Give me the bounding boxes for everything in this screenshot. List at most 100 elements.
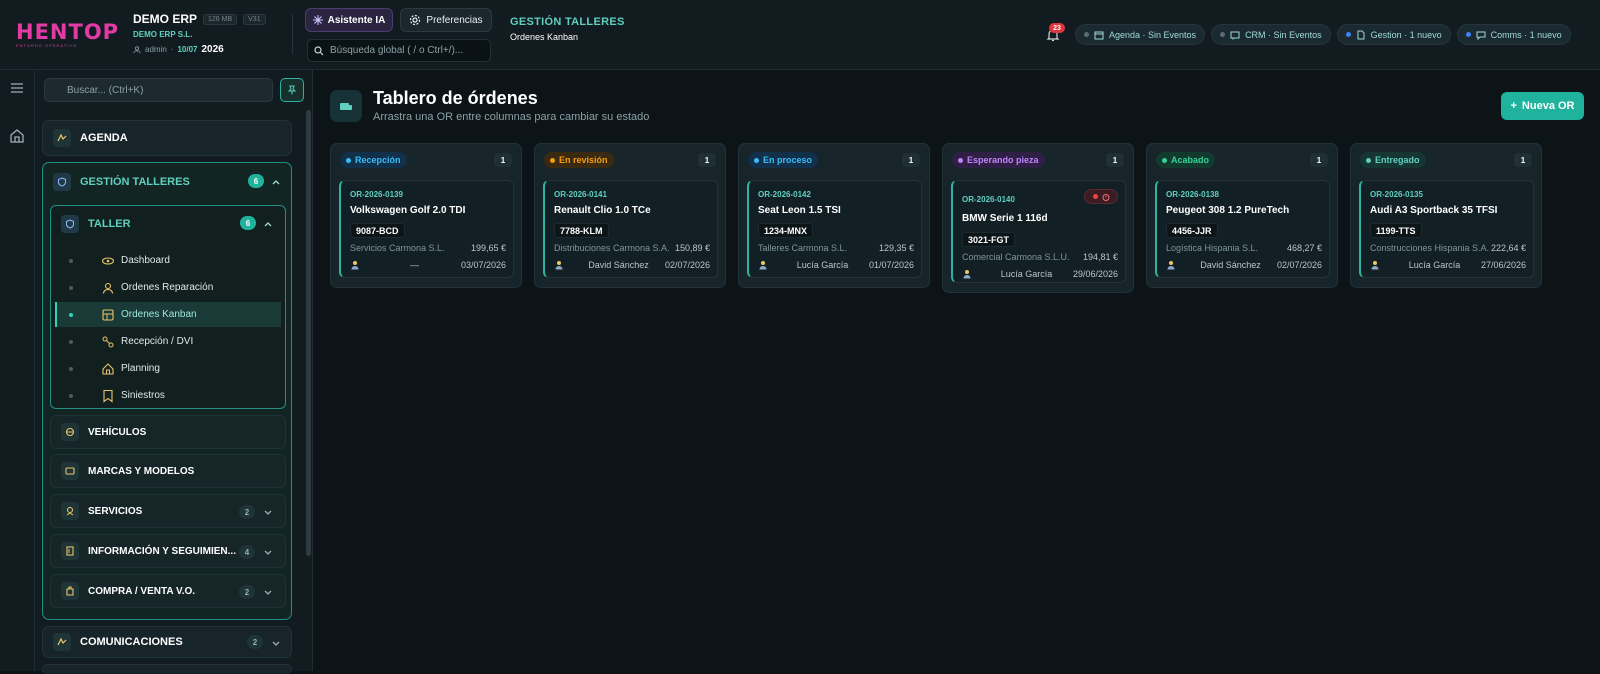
column-status-label: En revisión bbox=[544, 152, 614, 168]
order-card[interactable]: OR-2026-0142 Seat Leon 1.5 TSI 1234-MNX … bbox=[747, 180, 922, 278]
column-header: Entregado 1 bbox=[1351, 144, 1541, 176]
sidebar-subitem[interactable]: Recepción / DVI bbox=[55, 329, 281, 354]
order-code[interactable]: OR-2026-0139 bbox=[350, 190, 403, 199]
order-date: 02/07/2026 bbox=[664, 260, 710, 270]
alert-chip bbox=[1084, 189, 1118, 204]
vehicle-model: Volkswagen Golf 2.0 TDI bbox=[350, 205, 466, 216]
chevron-down-icon[interactable] bbox=[263, 507, 273, 517]
order-card[interactable]: OR-2026-0135 Audi A3 Sportback 35 TFSI 1… bbox=[1359, 180, 1534, 278]
status-pill-label: Agenda · Sin Eventos bbox=[1109, 29, 1197, 40]
order-code[interactable]: OR-2026-0142 bbox=[758, 190, 811, 199]
breadcrumb: GESTIÓN TALLERES Ordenes Kanban bbox=[510, 16, 625, 42]
column-label: Acabado bbox=[1171, 155, 1210, 165]
chevron-down-icon[interactable] bbox=[263, 587, 273, 597]
sidebar-subitem[interactable]: Planning bbox=[55, 356, 281, 381]
chevron-up-icon[interactable] bbox=[271, 177, 281, 187]
user-name: admin bbox=[145, 45, 167, 54]
sidebar-subitem-label: Siniestros bbox=[121, 390, 165, 401]
technician-icon bbox=[350, 260, 360, 270]
app-logo[interactable]: HENTOP ENTORNO OPERATIVO bbox=[16, 22, 118, 49]
sidebar-item-comunicaciones[interactable]: COMUNICACIONES 2 bbox=[42, 626, 292, 658]
current-year[interactable]: 2026 bbox=[202, 44, 224, 55]
sidebar-item-compra-venta[interactable]: COMPRA / VENTA V.O. 2 bbox=[50, 574, 286, 608]
sidebar-subitem[interactable]: Ordenes Kanban bbox=[55, 302, 281, 327]
kanban-column[interactable]: En proceso 1 OR-2026-0142 Seat Leon 1.5 … bbox=[738, 143, 930, 288]
version-badge: V31 bbox=[243, 13, 266, 25]
sidebar-subitem[interactable]: Ordenes Reparación bbox=[55, 275, 281, 300]
column-count: 1 bbox=[1310, 153, 1328, 167]
breadcrumb-section[interactable]: GESTIÓN TALLERES bbox=[510, 16, 625, 28]
order-code[interactable]: OR-2026-0135 bbox=[1370, 190, 1423, 199]
order-code[interactable]: OR-2026-0140 bbox=[962, 195, 1015, 204]
sidebar-search-input[interactable]: Buscar... (Ctrl+K) bbox=[44, 78, 273, 102]
kanban-column[interactable]: Entregado 1 OR-2026-0135 Audi A3 Sportba… bbox=[1350, 143, 1542, 288]
order-date: 03/07/2026 bbox=[460, 260, 506, 270]
order-code[interactable]: OR-2026-0141 bbox=[554, 190, 607, 199]
status-pill-label: CRM · Sin Eventos bbox=[1245, 29, 1322, 40]
order-amount: 468,27 € bbox=[1286, 243, 1322, 253]
order-card[interactable]: OR-2026-0141 Renault Clio 1.0 TCe 7788-K… bbox=[543, 180, 718, 278]
vehicle-model: Renault Clio 1.0 TCe bbox=[554, 205, 651, 216]
sidebar-scrollbar[interactable] bbox=[306, 110, 311, 556]
status-pill[interactable]: Agenda · Sin Eventos bbox=[1075, 24, 1206, 45]
chevron-down-icon[interactable] bbox=[263, 547, 273, 557]
status-pill[interactable]: CRM · Sin Eventos bbox=[1211, 24, 1331, 45]
license-plate: 1199-TTS bbox=[1370, 223, 1422, 238]
count-badge: 2 bbox=[239, 585, 255, 599]
status-dot bbox=[958, 157, 963, 163]
order-card[interactable]: OR-2026-0139 Volkswagen Golf 2.0 TDI 908… bbox=[339, 180, 514, 278]
order-date: 27/06/2026 bbox=[1480, 260, 1526, 270]
sidebar-item-servicios[interactable]: SERVICIOS 2 bbox=[50, 494, 286, 528]
sidebar-item-next[interactable] bbox=[42, 664, 292, 674]
sidebar-item-label: COMUNICACIONES bbox=[80, 636, 183, 648]
pin-button[interactable] bbox=[280, 78, 304, 102]
status-pill[interactable]: Gestion · 1 nuevo bbox=[1336, 24, 1451, 45]
column-count: 1 bbox=[902, 153, 920, 167]
breadcrumb-page: Ordenes Kanban bbox=[510, 32, 579, 42]
kanban-column[interactable]: Recepción 1 OR-2026-0139 Volkswagen Golf… bbox=[330, 143, 522, 288]
brands-icon bbox=[61, 462, 79, 480]
sidebar-item-marcas[interactable]: MARCAS Y MODELOS bbox=[50, 454, 286, 488]
global-search-input[interactable]: Búsqueda global ( / o Ctrl+/)... bbox=[307, 39, 491, 62]
status-pill[interactable]: Comms · 1 nuevo bbox=[1456, 24, 1571, 45]
column-count: 1 bbox=[1514, 153, 1532, 167]
sidebar-item-label: MARCAS Y MODELOS bbox=[88, 465, 195, 477]
new-order-button[interactable]: + Nueva OR bbox=[1501, 92, 1584, 120]
technician-name: Lucía García bbox=[1408, 260, 1461, 270]
crm-icon bbox=[1230, 30, 1240, 40]
chevron-down-icon[interactable] bbox=[271, 638, 281, 648]
preferences-button[interactable]: Preferencias bbox=[400, 8, 492, 32]
column-header: Acabado 1 bbox=[1147, 144, 1337, 176]
order-card[interactable]: OR-2026-0140 BMW Serie 1 116d 3021-FGT C… bbox=[951, 180, 1126, 283]
sidebar-item-informacion[interactable]: INFORMACIÓN Y SEGUIMIEN... 4 bbox=[50, 534, 286, 568]
column-count: 1 bbox=[494, 153, 512, 167]
main-content: Tablero de órdenes Arrastra una OR entre… bbox=[313, 70, 1600, 671]
client-name: Distribuciones Carmona S.A. bbox=[554, 243, 670, 253]
sidebar-subitem[interactable]: Dashboard bbox=[55, 248, 281, 273]
kanban-column[interactable]: Esperando pieza 1 OR-2026-0140 BMW Serie… bbox=[942, 143, 1134, 293]
sidebar-group-label: GESTIÓN TALLERES bbox=[80, 176, 190, 188]
sidebar-subitem[interactable]: Siniestros bbox=[55, 383, 281, 408]
status-dot bbox=[1162, 157, 1167, 163]
order-date: 29/06/2026 bbox=[1072, 269, 1118, 279]
chevron-up-icon[interactable] bbox=[263, 219, 273, 229]
mechanic-icon bbox=[101, 281, 115, 295]
sidebar-subgroup-taller: TALLER 6 Dashboard Ordenes Reparación Or… bbox=[50, 205, 286, 409]
kanban-column[interactable]: Acabado 1 OR-2026-0138 Peugeot 308 1.2 P… bbox=[1146, 143, 1338, 288]
sidebar-subgroup-label: TALLER bbox=[88, 218, 131, 230]
sidebar-item-agenda[interactable]: AGENDA bbox=[42, 120, 292, 156]
order-card[interactable]: OR-2026-0138 Peugeot 308 1.2 PureTech 44… bbox=[1155, 180, 1330, 278]
client-name: Servicios Carmona S.L. bbox=[350, 243, 445, 253]
hamburger-menu-icon[interactable] bbox=[9, 80, 25, 96]
sidebar-subitem-label: Ordenes Kanban bbox=[121, 309, 197, 320]
column-count: 1 bbox=[1106, 153, 1124, 167]
sidebar-item-vehiculos[interactable]: VEHÍCULOS bbox=[50, 415, 286, 449]
technician-icon bbox=[1370, 260, 1380, 270]
technician-icon bbox=[758, 260, 768, 270]
column-status-label: Entregado bbox=[1360, 152, 1426, 168]
ai-assistant-button[interactable]: Asistente IA bbox=[305, 8, 393, 32]
status-dot bbox=[1366, 157, 1371, 163]
kanban-column[interactable]: En revisión 1 OR-2026-0141 Renault Clio … bbox=[534, 143, 726, 288]
home-icon[interactable] bbox=[9, 128, 25, 144]
order-code[interactable]: OR-2026-0138 bbox=[1166, 190, 1219, 199]
